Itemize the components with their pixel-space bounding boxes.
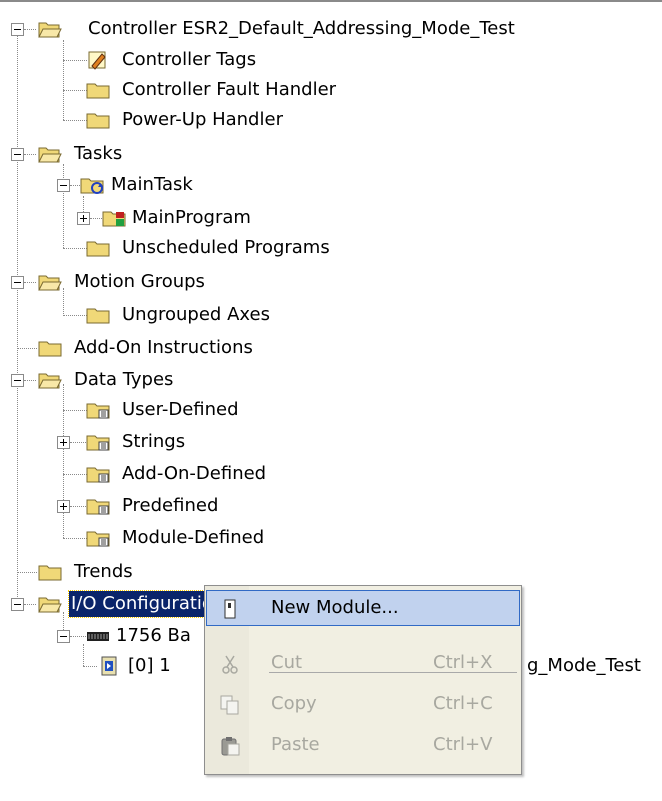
tree-connector xyxy=(70,636,86,637)
tree-connector xyxy=(24,154,36,155)
menu-item-shortcut: Ctrl+V xyxy=(433,734,493,755)
tree-item-label: Module-Defined xyxy=(122,527,265,548)
tree-connector xyxy=(70,506,86,507)
tree-item-label: User-Defined xyxy=(122,399,239,420)
tree-connector xyxy=(63,538,87,539)
tree-connector xyxy=(63,60,87,61)
tree-item-label: Tasks xyxy=(74,143,123,164)
collapse-toggle-motion-groups[interactable] xyxy=(11,276,24,289)
tree-connector xyxy=(83,644,84,666)
tree-item-label: MainProgram xyxy=(132,207,251,228)
folder-icon xyxy=(86,83,110,99)
tree-item-label: Motion Groups xyxy=(74,271,205,292)
expand-toggle-mainprogram[interactable] xyxy=(77,212,90,225)
tree-connector xyxy=(17,572,37,573)
tree-connector xyxy=(90,218,102,219)
collapse-toggle-data-types[interactable] xyxy=(11,374,24,387)
tree-connector xyxy=(24,29,36,30)
tree-connector xyxy=(17,348,37,349)
menu-item-label: Cut xyxy=(271,652,303,673)
tree-connector xyxy=(63,90,87,91)
folder-icon xyxy=(86,113,110,129)
collapse-toggle-maintask[interactable] xyxy=(57,179,70,192)
tree-connector xyxy=(63,410,87,411)
tree-connector xyxy=(63,384,64,538)
tree-item-label: g_Mode_Test xyxy=(527,655,641,676)
tree-connector xyxy=(63,474,87,475)
tree-item-label: Ungrouped Axes xyxy=(122,304,270,325)
datatype-folder-icon xyxy=(86,435,110,451)
menu-item-label: Paste xyxy=(271,734,320,755)
program-icon xyxy=(102,211,126,227)
tree-item-label: [0] 1 xyxy=(128,655,171,676)
paste-icon xyxy=(221,737,240,756)
menu-item-copy[interactable]: Copy Ctrl+C xyxy=(207,687,519,721)
tree-item-label: Add-On Instructions xyxy=(74,337,253,358)
backplane-icon xyxy=(87,632,109,641)
expand-toggle-strings[interactable] xyxy=(57,436,70,449)
expand-toggle-predefined[interactable] xyxy=(57,500,70,513)
tree-connector xyxy=(24,604,36,605)
collapse-toggle-backplane[interactable] xyxy=(57,630,70,643)
tree-connector xyxy=(63,315,87,316)
tags-icon xyxy=(88,51,106,70)
open-folder-icon xyxy=(38,373,62,389)
collapse-toggle-controller[interactable] xyxy=(11,23,24,36)
datatype-folder-icon xyxy=(86,499,110,515)
tree-connector xyxy=(24,380,36,381)
context-menu[interactable]: New Module... Cut Ctrl+X Copy Ctrl+C Pas… xyxy=(204,585,522,775)
tree-item-label: MainTask xyxy=(111,174,193,195)
tree-item-label: Unscheduled Programs xyxy=(122,237,330,258)
folder-icon xyxy=(38,565,62,581)
tree-connector xyxy=(63,120,87,121)
menu-item-new-module[interactable]: New Module... xyxy=(206,590,520,626)
tree-item-label: Controller Fault Handler xyxy=(122,79,337,100)
tree-item-label: I/O Configuration xyxy=(67,590,228,618)
task-icon xyxy=(80,178,104,194)
tree-item-label: Power-Up Handler xyxy=(122,109,283,130)
open-folder-icon xyxy=(38,22,62,38)
tree-connector xyxy=(63,288,64,316)
menu-item-label: Copy xyxy=(271,693,317,714)
module-icon xyxy=(101,656,117,676)
tree-item-label: Trends xyxy=(74,561,133,582)
menu-item-shortcut: Ctrl+X xyxy=(433,652,493,673)
open-folder-icon xyxy=(38,597,62,613)
tree-item-label: Data Types xyxy=(74,369,174,390)
tree-item-label: Strings xyxy=(122,431,186,452)
open-folder-icon xyxy=(38,275,62,291)
collapse-toggle-io-configuration[interactable] xyxy=(11,598,24,611)
tree-item-label: 1756 Ba xyxy=(116,625,191,646)
datatype-folder-icon xyxy=(86,467,110,483)
new-module-icon xyxy=(224,599,236,619)
tree-connector xyxy=(17,33,18,603)
datatype-folder-icon xyxy=(86,531,110,547)
folder-icon xyxy=(38,341,62,357)
tree-connector xyxy=(70,442,86,443)
scissors-icon xyxy=(222,655,238,674)
folder-icon xyxy=(86,241,110,257)
folder-icon xyxy=(86,308,110,324)
menu-item-cut[interactable]: Cut Ctrl+X xyxy=(207,646,519,680)
copy-icon xyxy=(220,695,239,715)
tree-item-label: Controller ESR2_Default_Addressing_Mode_… xyxy=(88,18,515,39)
tree-connector xyxy=(63,40,64,120)
tree-item-label: Add-On-Defined xyxy=(122,463,267,484)
menu-item-label: New Module... xyxy=(271,597,399,618)
tree-connector xyxy=(70,185,80,186)
tree-connector xyxy=(83,666,97,667)
tree-connector xyxy=(63,164,64,248)
open-folder-icon xyxy=(38,147,62,163)
menu-item-paste[interactable]: Paste Ctrl+V xyxy=(207,728,519,762)
tree-connector xyxy=(24,282,36,283)
menu-item-shortcut: Ctrl+C xyxy=(433,693,493,714)
collapse-toggle-tasks[interactable] xyxy=(11,148,24,161)
datatype-folder-icon xyxy=(86,403,110,419)
tree-item-label: Predefined xyxy=(122,495,219,516)
tree-item-label: Controller Tags xyxy=(122,49,257,70)
tree-connector xyxy=(63,248,87,249)
